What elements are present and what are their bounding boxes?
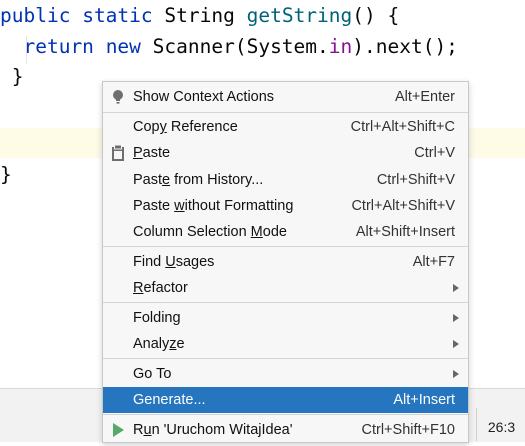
code-line-1[interactable]: public static String getString() { [0, 2, 399, 30]
menu-item-generate[interactable]: Generate... Alt+Insert [103, 387, 468, 413]
menu-separator [103, 358, 468, 359]
menu-separator [103, 414, 468, 415]
menu-item-label: Paste without Formatting [133, 198, 294, 214]
menu-item-label: Copy Reference [133, 119, 238, 135]
code-line-3[interactable]: } [0, 63, 24, 91]
menu-item-folding[interactable]: Folding [103, 305, 468, 331]
menu-item-run[interactable]: Run 'Uruchom WitajIdea' Ctrl+Shift+F10 [103, 417, 468, 443]
menu-separator [103, 112, 468, 113]
submenu-arrow-icon [453, 370, 459, 378]
menu-item-label: Column Selection Mode [133, 224, 287, 240]
keyword-return: return [23, 35, 94, 58]
submenu-arrow-icon [453, 340, 459, 348]
caret-position[interactable]: 26:3 [476, 408, 525, 441]
menu-item-analyze[interactable]: Analyze [103, 331, 468, 357]
type-string: String [164, 4, 235, 27]
menu-separator [103, 246, 468, 247]
menu-item-label: Run 'Uruchom WitajIdea' [133, 422, 293, 438]
menu-item-refactor[interactable]: Refactor [103, 275, 468, 301]
menu-item-label: Refactor [133, 280, 188, 296]
bulb-icon [113, 90, 123, 104]
menu-item-shortcut: Ctrl+Alt+Shift+C [350, 119, 455, 135]
closing-brace: } [11, 65, 24, 88]
menu-item-column-selection-mode[interactable]: Column Selection Mode Alt+Shift+Insert [103, 219, 468, 245]
menu-item-label: Analyze [133, 336, 185, 352]
keyword-new: new [105, 35, 141, 58]
menu-item-show-context-actions[interactable]: Show Context Actions Alt+Enter [103, 84, 468, 110]
context-menu: Show Context Actions Alt+Enter Copy Refe… [102, 81, 469, 443]
menu-item-paste-without-formatting[interactable]: Paste without Formatting Ctrl+Alt+Shift+… [103, 193, 468, 219]
code-expression: Scanner(System. [152, 35, 329, 58]
keyword-public: public [0, 4, 71, 27]
menu-item-label: Go To [133, 366, 172, 382]
code-line-2[interactable]: return new Scanner(System.in).next(); [0, 33, 458, 61]
menu-item-shortcut: Ctrl+Shift+V [376, 172, 455, 188]
code-punct: () { [352, 4, 400, 27]
menu-item-shortcut: Ctrl+Shift+F10 [361, 422, 456, 438]
keyword-static: static [82, 4, 153, 27]
submenu-arrow-icon [453, 314, 459, 322]
code-expression-end: ).next(); [352, 35, 458, 58]
run-icon [113, 423, 124, 437]
menu-item-label: Folding [133, 310, 181, 326]
menu-item-paste-from-history[interactable]: Paste from History... Ctrl+Shift+V [103, 167, 468, 193]
menu-item-label: Paste from History... [133, 172, 264, 188]
menu-item-label: Find Usages [133, 254, 215, 270]
method-name: getString [246, 4, 353, 27]
menu-item-shortcut: Alt+Insert [393, 392, 455, 408]
menu-item-label: Show Context Actions [133, 89, 275, 105]
closing-brace: } [0, 163, 12, 186]
menu-item-copy-reference[interactable]: Copy Reference Ctrl+Alt+Shift+C [103, 114, 468, 140]
code-line-4[interactable]: } [0, 161, 12, 189]
menu-item-label: Generate... [133, 392, 206, 408]
menu-item-find-usages[interactable]: Find Usages Alt+F7 [103, 249, 468, 275]
menu-item-shortcut: Alt+Shift+Insert [355, 224, 455, 240]
menu-item-shortcut: Alt+F7 [412, 254, 455, 270]
submenu-arrow-icon [453, 284, 459, 292]
field-in: in [328, 35, 353, 58]
menu-item-shortcut: Ctrl+Alt+Shift+V [351, 198, 455, 214]
clipboard-icon [112, 144, 124, 161]
menu-item-paste[interactable]: Paste Ctrl+V [103, 140, 468, 166]
menu-item-shortcut: Alt+Enter [394, 89, 455, 105]
menu-item-label: Paste [133, 145, 171, 161]
menu-item-go-to[interactable]: Go To [103, 361, 468, 387]
menu-separator [103, 302, 468, 303]
menu-item-shortcut: Ctrl+V [414, 145, 455, 161]
